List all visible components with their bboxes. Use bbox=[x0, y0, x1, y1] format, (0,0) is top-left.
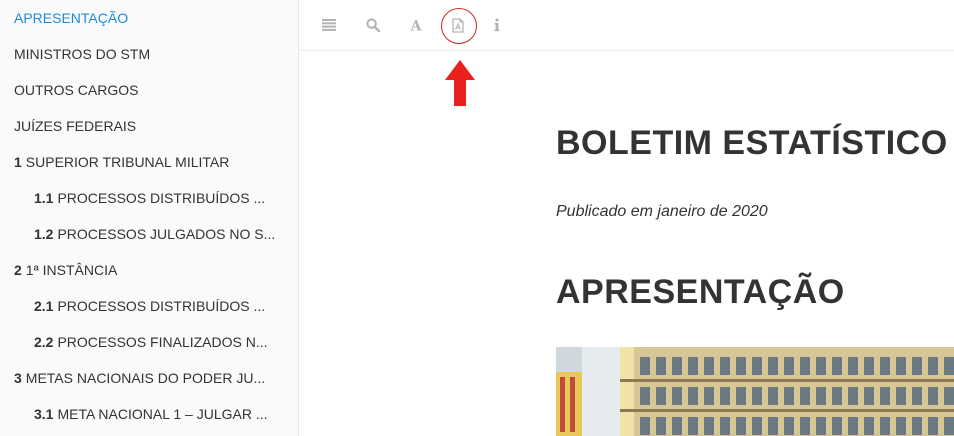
book-toolbar: A bbox=[299, 0, 954, 51]
document-content: BOLETIM ESTATÍSTICO Publicado em janeiro… bbox=[299, 51, 954, 436]
toc-item-label: SUPERIOR TRIBUNAL MILITAR bbox=[25, 154, 230, 170]
pdf-highlight-circle bbox=[441, 8, 477, 44]
toc-item-number: 1 bbox=[14, 154, 22, 170]
table-of-contents-sidebar: APRESENTAÇÃO MINISTROS DO STM OUTROS CAR… bbox=[0, 0, 299, 436]
search-icon bbox=[366, 18, 380, 32]
toc-item-label: PROCESSOS JULGADOS NO S... bbox=[57, 226, 276, 242]
toc-item-1-2[interactable]: 1.2 PROCESSOS JULGADOS NO S... bbox=[0, 216, 298, 252]
toc-item-apresentacao[interactable]: APRESENTAÇÃO bbox=[0, 0, 298, 36]
toc-item-label: PROCESSOS DISTRIBUÍDOS ... bbox=[57, 298, 266, 314]
toc-item-juizes-federais[interactable]: JUÍZES FEDERAIS bbox=[0, 108, 298, 144]
toc-item-label: APRESENTAÇÃO bbox=[14, 10, 129, 26]
toc-item-number: 3.1 bbox=[34, 406, 54, 422]
building-photo bbox=[556, 347, 954, 436]
svg-text:A: A bbox=[410, 19, 423, 33]
toc-item-label: 1ª INSTÂNCIA bbox=[25, 262, 118, 278]
font-settings-button[interactable]: A bbox=[406, 15, 426, 35]
toc-item-label: PROCESSOS DISTRIBUÍDOS ... bbox=[57, 190, 266, 206]
toc-item-number: 2.1 bbox=[34, 298, 54, 314]
section-heading: APRESENTAÇÃO bbox=[556, 273, 845, 311]
toc-item-label: OUTROS CARGOS bbox=[14, 82, 139, 98]
toc-item-1-1[interactable]: 1.1 PROCESSOS DISTRIBUÍDOS ... bbox=[0, 180, 298, 216]
toc-item-label: PROCESSOS FINALIZADOS N... bbox=[57, 334, 268, 350]
search-button[interactable] bbox=[363, 15, 383, 35]
toc-item-primeira-instancia[interactable]: 2 1ª INSTÂNCIA bbox=[0, 252, 298, 288]
toc-item-label: JUÍZES FEDERAIS bbox=[14, 118, 137, 134]
toc-item-label: META NACIONAL 1 – JULGAR ... bbox=[57, 406, 268, 422]
toc-item-3-1[interactable]: 3.1 META NACIONAL 1 – JULGAR ... bbox=[0, 396, 298, 432]
font-icon: A bbox=[409, 18, 423, 33]
list-icon bbox=[322, 19, 336, 31]
info-button[interactable] bbox=[487, 15, 507, 35]
toc-item-number: 1.2 bbox=[34, 226, 54, 242]
page-title: BOLETIM ESTATÍSTICO bbox=[556, 124, 948, 162]
toc-item-number: 2 bbox=[14, 262, 22, 278]
toc-item-2-1[interactable]: 2.1 PROCESSOS DISTRIBUÍDOS ... bbox=[0, 288, 298, 324]
toc-item-ministros[interactable]: MINISTROS DO STM bbox=[0, 36, 298, 72]
toc-item-metas-nacionais[interactable]: 3 METAS NACIONAIS DO PODER JU... bbox=[0, 360, 298, 396]
toc-item-label: METAS NACIONAIS DO PODER JU... bbox=[25, 370, 266, 386]
info-icon bbox=[493, 18, 501, 32]
toc-item-label: MINISTROS DO STM bbox=[14, 46, 151, 62]
toggle-sidebar-button[interactable] bbox=[319, 15, 339, 35]
toc-item-number: 3 bbox=[14, 370, 22, 386]
toc-item-2-2[interactable]: 2.2 PROCESSOS FINALIZADOS N... bbox=[0, 324, 298, 360]
toc-item-outros-cargos[interactable]: OUTROS CARGOS bbox=[0, 72, 298, 108]
toc-item-stm[interactable]: 1 SUPERIOR TRIBUNAL MILITAR bbox=[0, 144, 298, 180]
publication-date: Publicado em janeiro de 2020 bbox=[556, 203, 768, 220]
toc-item-number: 1.1 bbox=[34, 190, 54, 206]
toc-item-number: 2.2 bbox=[34, 334, 54, 350]
